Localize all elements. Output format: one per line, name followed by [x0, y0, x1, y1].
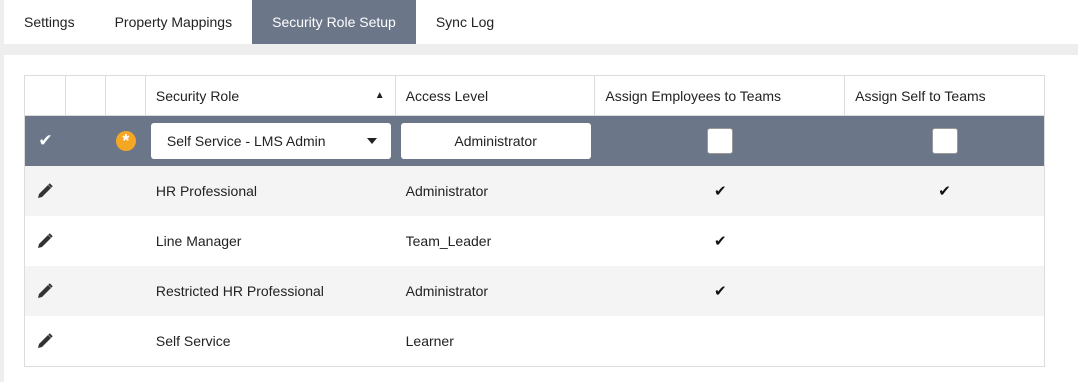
assign-self-cell — [845, 266, 1044, 316]
table-row: HR Professional Administrator ✔ ✔ — [25, 166, 1044, 216]
assign-self-cell: ✔ — [845, 166, 1044, 216]
header-assign-employees[interactable]: Assign Employees to Teams — [595, 76, 846, 115]
security-role-cell: Self Service — [155, 333, 231, 349]
header-access-level[interactable]: Access Level — [396, 76, 596, 115]
assign-employees-cell — [595, 316, 845, 366]
access-level-cell: Administrator — [405, 183, 489, 199]
row-blank — [106, 216, 146, 266]
row-blank — [106, 316, 146, 366]
security-role-cell-edit: Self Service - LMS Admin — [146, 116, 396, 166]
assign-self-cell — [845, 216, 1044, 266]
tab-bar: Settings Property Mappings Security Role… — [4, 0, 1078, 44]
header-security-role-label: Security Role — [155, 87, 240, 104]
content-panel: Security Role ▲ Access Level Assign Empl… — [4, 55, 1078, 382]
chevron-down-icon — [366, 138, 377, 144]
assign-employees-cell-edit — [595, 116, 845, 166]
edit-button[interactable] — [25, 216, 66, 266]
table-row: Restricted HR Professional Administrator… — [25, 266, 1044, 316]
tab-sync-log[interactable]: Sync Log — [416, 0, 514, 44]
tab-settings[interactable]: Settings — [4, 0, 95, 44]
row-blank — [66, 216, 106, 266]
edit-button[interactable] — [25, 266, 66, 316]
check-icon: ✔ — [938, 183, 951, 200]
assign-employees-cell: ✔ — [595, 166, 845, 216]
assign-employees-cell: ✔ — [595, 216, 845, 266]
security-role-cell: Line Manager — [155, 233, 242, 249]
access-level-cell-edit — [396, 116, 596, 166]
row-blank — [66, 166, 106, 216]
access-level-cell: Team_Leader — [405, 233, 492, 249]
edit-button[interactable] — [25, 316, 66, 366]
assign-self-cell-edit — [845, 116, 1044, 166]
check-icon: ✔ — [714, 283, 727, 300]
row-blank — [106, 166, 146, 216]
access-level-input[interactable] — [400, 123, 591, 159]
edit-button[interactable] — [25, 166, 66, 216]
header-blank-3 — [106, 76, 146, 115]
row-blank — [106, 266, 146, 316]
pencil-icon — [38, 283, 54, 298]
security-role-grid: Security Role ▲ Access Level Assign Empl… — [24, 75, 1045, 367]
check-icon: ✔ — [714, 183, 727, 200]
access-level-cell: Administrator — [405, 283, 489, 299]
asterisk-icon: * — [115, 131, 136, 151]
table-row: Line Manager Team_Leader ✔ — [25, 216, 1044, 266]
header-blank-1 — [25, 76, 66, 115]
row-blank — [66, 316, 106, 366]
row-blank — [66, 266, 106, 316]
header-security-role[interactable]: Security Role ▲ — [146, 76, 396, 115]
header-blank-2 — [66, 76, 106, 115]
assign-self-cell — [845, 316, 1044, 366]
check-icon: ✔ — [714, 233, 727, 250]
security-role-cell: Restricted HR Professional — [155, 283, 324, 299]
security-role-selected-value: Self Service - LMS Admin — [166, 133, 326, 149]
assign-employees-cell: ✔ — [595, 266, 845, 316]
sort-ascending-icon: ▲ — [374, 90, 385, 101]
pencil-icon — [38, 183, 54, 198]
edit-row: ✔ * Self Service - LMS Admin — [25, 116, 1044, 166]
pencil-icon — [38, 233, 54, 248]
save-button[interactable]: ✔ — [25, 116, 66, 166]
access-level-cell: Learner — [405, 333, 454, 349]
pencil-icon — [38, 333, 54, 348]
assign-self-checkbox[interactable] — [931, 128, 958, 154]
table-row: Self Service Learner — [25, 316, 1044, 366]
security-role-dropdown[interactable]: Self Service - LMS Admin — [150, 123, 391, 159]
edit-row-blank — [66, 116, 106, 166]
assign-employees-checkbox[interactable] — [707, 128, 734, 154]
header-assign-self[interactable]: Assign Self to Teams — [845, 76, 1044, 115]
grid-header: Security Role ▲ Access Level Assign Empl… — [25, 76, 1044, 116]
tab-property-mappings[interactable]: Property Mappings — [95, 0, 253, 44]
security-role-cell: HR Professional — [155, 183, 258, 199]
new-record-indicator: * — [106, 116, 146, 166]
tab-security-role-setup[interactable]: Security Role Setup — [252, 0, 416, 44]
check-icon: ✔ — [38, 131, 53, 150]
